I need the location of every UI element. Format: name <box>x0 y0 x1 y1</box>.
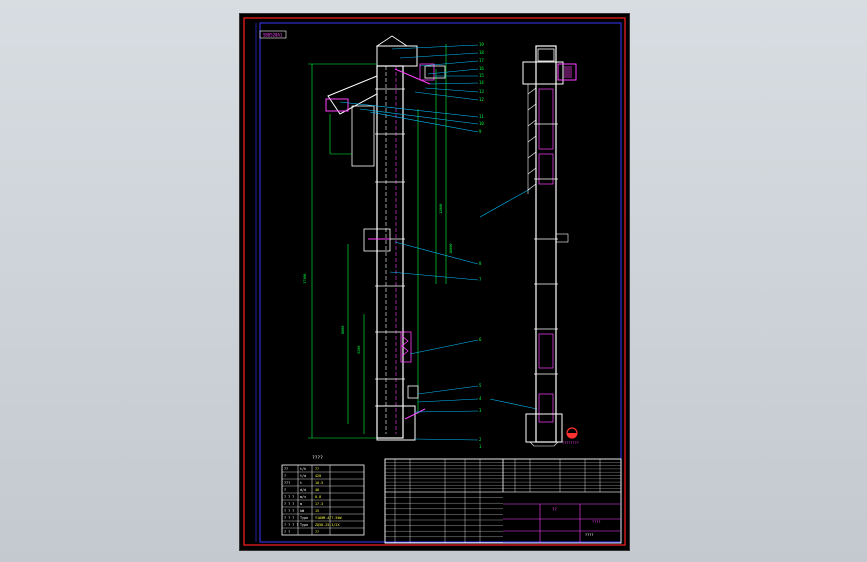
balloon: 9 <box>479 129 482 134</box>
params-table: ???? ?? t/h??? t/d 420??? t 10.5? d/d 40 ? ? ? m/… <box>281 455 365 536</box>
params-cell: ? ? ? <box>284 502 294 506</box>
params-header-cell: ?? <box>315 467 319 471</box>
params-cell: ? ? ? ? <box>284 523 298 527</box>
params-cell: kW <box>300 509 305 513</box>
sheet-tag: SB0520A1 <box>263 33 283 38</box>
balloon: 19 <box>479 42 484 47</box>
title-block: ?? ???? ???? <box>384 458 622 544</box>
params-cell: t/d <box>300 474 306 478</box>
svg-text:16000: 16000 <box>449 243 453 254</box>
leader-lines <box>339 44 538 441</box>
balloon: 16 <box>479 66 484 71</box>
company-name: ???? <box>585 533 593 537</box>
svg-text:12800: 12800 <box>439 203 443 214</box>
drawing-name: ?? <box>552 507 557 512</box>
balloon: 12 <box>479 97 484 102</box>
outer-frame <box>243 17 626 546</box>
params-cell: d/d <box>300 488 306 492</box>
balloon: 15 <box>479 73 484 78</box>
params-cell: Type <box>300 523 308 527</box>
balloon: 18 <box>479 50 484 55</box>
params-cell: ? ? <box>284 530 290 534</box>
drawing-number: ???? <box>592 520 600 524</box>
svg-text:5200: 5200 <box>357 346 361 354</box>
balloon: 8 <box>479 261 482 266</box>
params-cell: m <box>300 502 302 506</box>
params-cell: Type <box>300 516 308 520</box>
balloon: 4 <box>479 396 482 401</box>
params-cell: ? ? ? <box>284 509 294 513</box>
drawing-sheet: SB0520A1 17300 8000 5200 12800 16000 19 … <box>239 13 630 551</box>
company-logo: ???????? <box>562 427 579 445</box>
params-cell: Y160M-4/7.5kW <box>315 516 342 520</box>
params-cell: ? ? ? <box>284 516 294 520</box>
balloon: 17 <box>479 58 484 63</box>
params-cell: ? ? ? <box>284 495 294 499</box>
balloon: 3 <box>479 408 482 413</box>
balloon-labels: 19 18 17 16 15 14 13 12 11 10 9 8 7 6 5 … <box>479 42 484 449</box>
params-cell: 0.8 <box>315 495 321 499</box>
params-cell: t <box>300 481 302 485</box>
params-cell: ZQ50-25-1/2X <box>315 523 340 527</box>
elevator-side-view <box>522 45 577 447</box>
params-cell: 15 <box>315 509 319 513</box>
params-cell: ?? <box>315 530 319 534</box>
params-cell: 17.3 <box>315 502 323 506</box>
inner-frame <box>259 22 622 543</box>
elevator-front-view: 17300 8000 5200 12800 16000 <box>303 35 453 441</box>
drawing-canvas: SB0520A1 17300 8000 5200 12800 16000 19 … <box>243 17 626 546</box>
params-header-cell: ?? <box>284 467 288 471</box>
balloon: 6 <box>479 337 482 342</box>
balloon: 7 <box>479 277 482 282</box>
balloon: 11 <box>479 114 484 119</box>
params-cell: 420 <box>315 474 321 478</box>
params-header-cell: t/h <box>300 467 306 471</box>
params-cell: ? <box>284 474 286 478</box>
logo-text: ???????? <box>562 441 579 445</box>
params-rows: ?? t/h??? t/d 420??? t 10.5? d/d 40 ? ? ? m/s 0.8?… <box>282 467 364 534</box>
params-cell: ??? <box>284 481 290 485</box>
balloon: 10 <box>479 121 484 126</box>
balloon: 2 <box>479 437 482 442</box>
params-cell: 10.5 <box>315 481 323 485</box>
balloon: 5 <box>479 383 482 388</box>
params-cell: ? <box>284 488 286 492</box>
params-cell: m/s <box>300 495 306 499</box>
balloon: 13 <box>479 89 484 94</box>
balloon: 1 <box>479 444 482 449</box>
params-cell: 40 <box>315 488 319 492</box>
balloon: 14 <box>479 80 484 85</box>
svg-text:17300: 17300 <box>303 273 307 284</box>
svg-text:8000: 8000 <box>341 326 345 334</box>
params-title: ???? <box>312 455 323 461</box>
